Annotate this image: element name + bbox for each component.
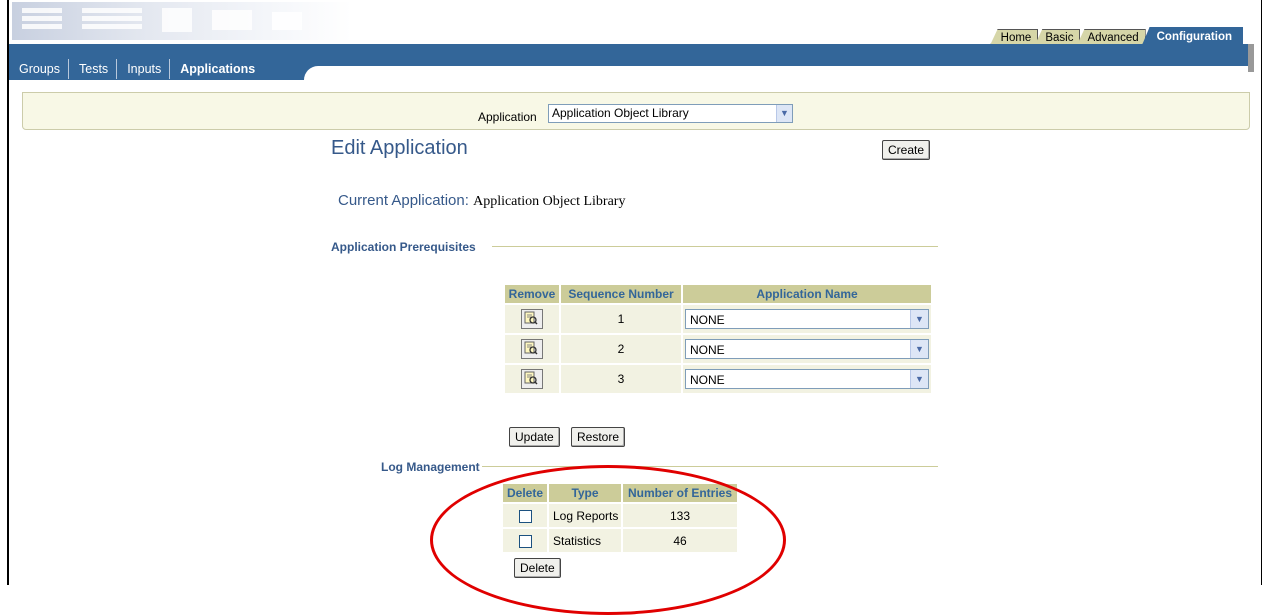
logo: [12, 2, 352, 40]
table-row: Log Reports 133: [503, 504, 737, 527]
column-number-of-entries: Number of Entries: [623, 484, 737, 502]
application-select[interactable]: Application Object Library ▼: [548, 104, 793, 123]
current-application: Current Application: Application Object …: [338, 192, 625, 210]
prerequisites-table: Remove Sequence Number Application Name …: [503, 283, 933, 395]
chevron-down-icon: ▼: [910, 340, 928, 358]
navigation-bar-curve: [304, 66, 1254, 80]
column-application-name: Application Name: [683, 285, 931, 303]
delete-cell: [503, 504, 547, 527]
application-select-value: Application Object Library: [552, 106, 689, 120]
table-header-row: Delete Type Number of Entries: [503, 484, 737, 502]
prerequisites-divider: [492, 246, 938, 247]
create-button[interactable]: Create: [882, 140, 931, 160]
remove-icon[interactable]: [521, 309, 543, 329]
page-title: Edit Application: [331, 137, 468, 159]
log-management-divider: [482, 466, 938, 467]
type-cell: Statistics: [549, 529, 621, 552]
sub-tabs: Groups Tests Inputs Applications: [9, 58, 263, 80]
application-name-cell: NONE ▼: [683, 305, 931, 333]
application-name-select[interactable]: NONE ▼: [685, 369, 929, 389]
log-management-table: Delete Type Number of Entries Log Report…: [501, 482, 739, 554]
table-header-row: Remove Sequence Number Application Name: [505, 285, 931, 303]
table-row: 3 NONE ▼: [505, 365, 931, 393]
column-type: Type: [549, 484, 621, 502]
remove-icon[interactable]: [521, 369, 543, 389]
column-delete: Delete: [503, 484, 547, 502]
chevron-down-icon: ▼: [910, 310, 928, 328]
remove-cell: [505, 365, 559, 393]
subtab-applications[interactable]: Applications: [169, 59, 263, 79]
current-application-label: Current Application:: [338, 192, 469, 209]
application-label: Application: [478, 110, 537, 124]
prerequisites-heading: Application Prerequisites: [331, 240, 476, 254]
delete-checkbox[interactable]: [518, 509, 532, 523]
type-cell: Log Reports: [549, 504, 621, 527]
application-name-cell: NONE ▼: [683, 335, 931, 363]
column-sequence-number: Sequence Number: [561, 285, 681, 303]
remove-cell: [505, 305, 559, 333]
application-name-select[interactable]: NONE ▼: [685, 309, 929, 329]
restore-button[interactable]: Restore: [571, 427, 626, 447]
entries-cell: 133: [623, 504, 737, 527]
update-button[interactable]: Update: [509, 427, 560, 447]
column-remove: Remove: [505, 285, 559, 303]
delete-cell: [503, 529, 547, 552]
entries-cell: 46: [623, 529, 737, 552]
remove-cell: [505, 335, 559, 363]
subtab-tests[interactable]: Tests: [68, 59, 116, 79]
chevron-down-icon: ▼: [910, 370, 928, 388]
sequence-cell: 2: [561, 335, 681, 363]
sequence-cell: 3: [561, 365, 681, 393]
log-management-heading: Log Management: [381, 460, 480, 474]
application-name-cell: NONE ▼: [683, 365, 931, 393]
sequence-cell: 1: [561, 305, 681, 333]
application-name-value: NONE: [690, 373, 725, 387]
table-row: 2 NONE ▼: [505, 335, 931, 363]
application-name-value: NONE: [690, 343, 725, 357]
subtab-inputs[interactable]: Inputs: [116, 59, 169, 79]
application-filter-bar: Application Application Object Library ▼: [22, 92, 1250, 130]
subtab-groups[interactable]: Groups: [9, 59, 68, 79]
remove-icon[interactable]: [521, 339, 543, 359]
delete-button[interactable]: Delete: [514, 558, 561, 578]
table-row: 1 NONE ▼: [505, 305, 931, 333]
table-row: Statistics 46: [503, 529, 737, 552]
application-name-select[interactable]: NONE ▼: [685, 339, 929, 359]
application-name-value: NONE: [690, 313, 725, 327]
navigation-bar-edge: [1248, 44, 1254, 72]
current-application-value: Application Object Library: [473, 194, 626, 209]
chevron-down-icon: ▼: [776, 105, 792, 122]
delete-checkbox[interactable]: [518, 534, 532, 548]
